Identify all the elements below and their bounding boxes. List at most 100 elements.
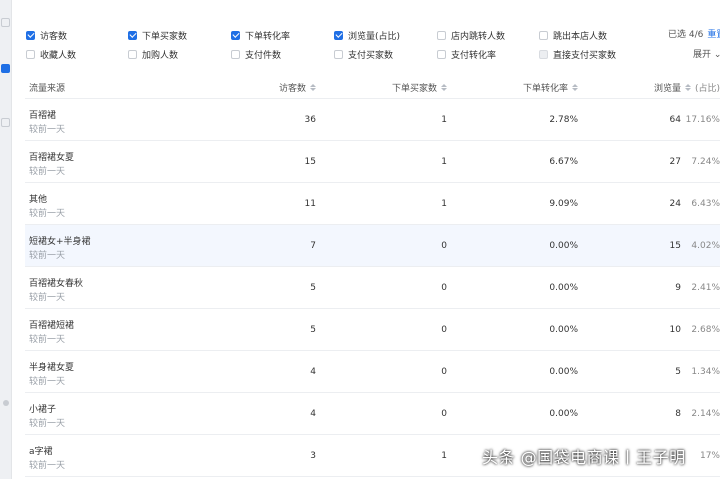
- compare-label: 较前一天: [29, 125, 66, 135]
- share-value: 2.14%: [691, 409, 720, 419]
- checkbox-checked-icon[interactable]: [26, 30, 35, 40]
- filter-paid-items[interactable]: 支付件数: [231, 46, 281, 62]
- header-order-buyers[interactable]: 下单买家数: [392, 81, 447, 94]
- filter-order-conversion[interactable]: 下单转化率: [231, 27, 290, 43]
- visitors-value: 36: [304, 115, 316, 125]
- source-name: 百褶裙短裙: [29, 321, 75, 331]
- visitors-value: 15: [304, 157, 316, 167]
- conversion-value: 0.00%: [549, 409, 578, 419]
- compare-label: 较前一天: [29, 335, 66, 345]
- share-value: 6.43%: [691, 199, 720, 209]
- table-body: 百褶裙 较前一天 36 1 2.78% 64 17.16% 百褶裙女夏 较前一天…: [25, 99, 720, 477]
- checkbox-disabled-icon: [539, 49, 548, 59]
- table-row[interactable]: 小裙子 较前一天 4 0 0.00% 8 2.14%: [25, 393, 720, 435]
- table-row[interactable]: 半身裙女夏 较前一天 4 0 0.00% 5 1.34%: [25, 351, 720, 393]
- edge-checked-icon: [1, 64, 10, 73]
- sort-icon[interactable]: [572, 84, 578, 91]
- reset-link[interactable]: 重置: [707, 30, 720, 40]
- filter-paid-buyers[interactable]: 支付买家数: [334, 46, 393, 62]
- checkbox-icon[interactable]: [437, 30, 446, 40]
- expand-toggle[interactable]: 展开 ⌄: [693, 47, 720, 60]
- checkbox-icon[interactable]: [437, 49, 446, 59]
- filter-paid-conversion[interactable]: 支付转化率: [437, 46, 496, 62]
- checkbox-icon[interactable]: [539, 30, 548, 40]
- checkbox-icon[interactable]: [231, 49, 240, 59]
- visitors-value: 3: [310, 451, 316, 461]
- header-source: 流量来源: [29, 84, 66, 94]
- conversion-value: 0.00%: [549, 367, 578, 377]
- conversion-value: 2.78%: [549, 115, 578, 125]
- filter-bounce-users[interactable]: 跳出本店人数: [539, 27, 607, 43]
- compare-label: 较前一天: [29, 419, 66, 429]
- traffic-source-table: 流量来源 访客数 下单买家数 下单转化率 浏览量 (占比) 百褶裙 较前一天 36…: [25, 75, 720, 477]
- table-row[interactable]: 百褶裙女夏 较前一天 15 1 6.67% 27 7.24%: [25, 141, 720, 183]
- visitors-value: 5: [310, 283, 316, 293]
- filter-visitors[interactable]: 访客数: [26, 27, 67, 43]
- compare-label: 较前一天: [29, 167, 66, 177]
- filter-page-views[interactable]: 浏览量(占比): [334, 27, 400, 43]
- source-name: 其他: [29, 195, 48, 205]
- edge-dot-icon: [3, 400, 9, 406]
- checkbox-checked-icon[interactable]: [128, 30, 137, 40]
- buyers-value: 0: [441, 283, 447, 293]
- share-value: 7.24%: [691, 157, 720, 167]
- source-name: 百褶裙: [29, 111, 57, 121]
- views-value: 8: [675, 409, 681, 419]
- checkbox-icon[interactable]: [334, 49, 343, 59]
- views-value: 5: [675, 367, 681, 377]
- source-name: 小裙子: [29, 405, 57, 415]
- checkbox-icon[interactable]: [128, 49, 137, 59]
- watermark-text: 头条 @国袋电商课丨王子明: [482, 448, 686, 467]
- conversion-value: 0.00%: [549, 283, 578, 293]
- left-panel-edge: [0, 0, 12, 479]
- visitors-value: 5: [310, 325, 316, 335]
- source-name: 半身裙女夏: [29, 363, 75, 373]
- table-row[interactable]: 百褶裙女春秋 较前一天 5 0 0.00% 9 2.41%: [25, 267, 720, 309]
- filter-favorites[interactable]: 收藏人数: [26, 46, 76, 62]
- compare-label: 较前一天: [29, 377, 66, 387]
- visitors-value: 7: [310, 241, 316, 251]
- buyers-value: 0: [441, 409, 447, 419]
- buyers-value: 1: [441, 157, 447, 167]
- filter-direct-paid-buyers: 直接支付买家数: [539, 46, 616, 62]
- source-name: 百褶裙女春秋: [29, 279, 84, 289]
- sort-icon[interactable]: [310, 84, 316, 91]
- header-order-conversion[interactable]: 下单转化率: [523, 81, 578, 94]
- buyers-value: 1: [441, 199, 447, 209]
- checkbox-icon[interactable]: [26, 49, 35, 59]
- edge-checkbox-icon: [1, 118, 10, 127]
- compare-label: 较前一天: [29, 209, 66, 219]
- share-value: 2.68%: [691, 325, 720, 335]
- filter-order-buyers[interactable]: 下单买家数: [128, 27, 187, 43]
- sort-icon[interactable]: [684, 84, 691, 91]
- views-value: 64: [669, 115, 681, 125]
- share-value: 4.02%: [691, 241, 720, 251]
- compare-label: 较前一天: [29, 461, 66, 471]
- filter-internal-jumps[interactable]: 店内跳转人数: [437, 27, 505, 43]
- table-header: 流量来源 访客数 下单买家数 下单转化率 浏览量 (占比): [25, 75, 720, 99]
- compare-label: 较前一天: [29, 293, 66, 303]
- buyers-value: 0: [441, 367, 447, 377]
- table-row[interactable]: 百褶裙 较前一天 36 1 2.78% 64 17.16%: [25, 99, 720, 141]
- table-row[interactable]: 百褶裙短裙 较前一天 5 0 0.00% 10 2.68%: [25, 309, 720, 351]
- conversion-value: 0.00%: [549, 325, 578, 335]
- checkbox-checked-icon[interactable]: [231, 30, 240, 40]
- conversion-value: 6.67%: [549, 157, 578, 167]
- visitors-value: 4: [310, 409, 316, 419]
- sort-icon[interactable]: [441, 84, 447, 91]
- views-value: 10: [669, 325, 681, 335]
- buyers-value: 0: [441, 325, 447, 335]
- table-row[interactable]: 其他 较前一天 11 1 9.09% 24 6.43%: [25, 183, 720, 225]
- filter-add-to-cart[interactable]: 加购人数: [128, 46, 178, 62]
- views-value: 15: [669, 241, 681, 251]
- visitors-value: 4: [310, 367, 316, 377]
- header-page-views[interactable]: 浏览量 (占比): [654, 81, 720, 94]
- buyers-value: 0: [441, 241, 447, 251]
- buyers-value: 1: [441, 451, 447, 461]
- table-row-highlighted[interactable]: 短裙女+半身裙 较前一天 7 0 0.00% 15 4.02%: [25, 225, 720, 267]
- header-visitors[interactable]: 访客数: [279, 81, 316, 94]
- checkbox-checked-icon[interactable]: [334, 30, 343, 40]
- views-value: 27: [669, 157, 681, 167]
- compare-label: 较前一天: [29, 251, 66, 261]
- source-name: a字裙: [29, 447, 53, 457]
